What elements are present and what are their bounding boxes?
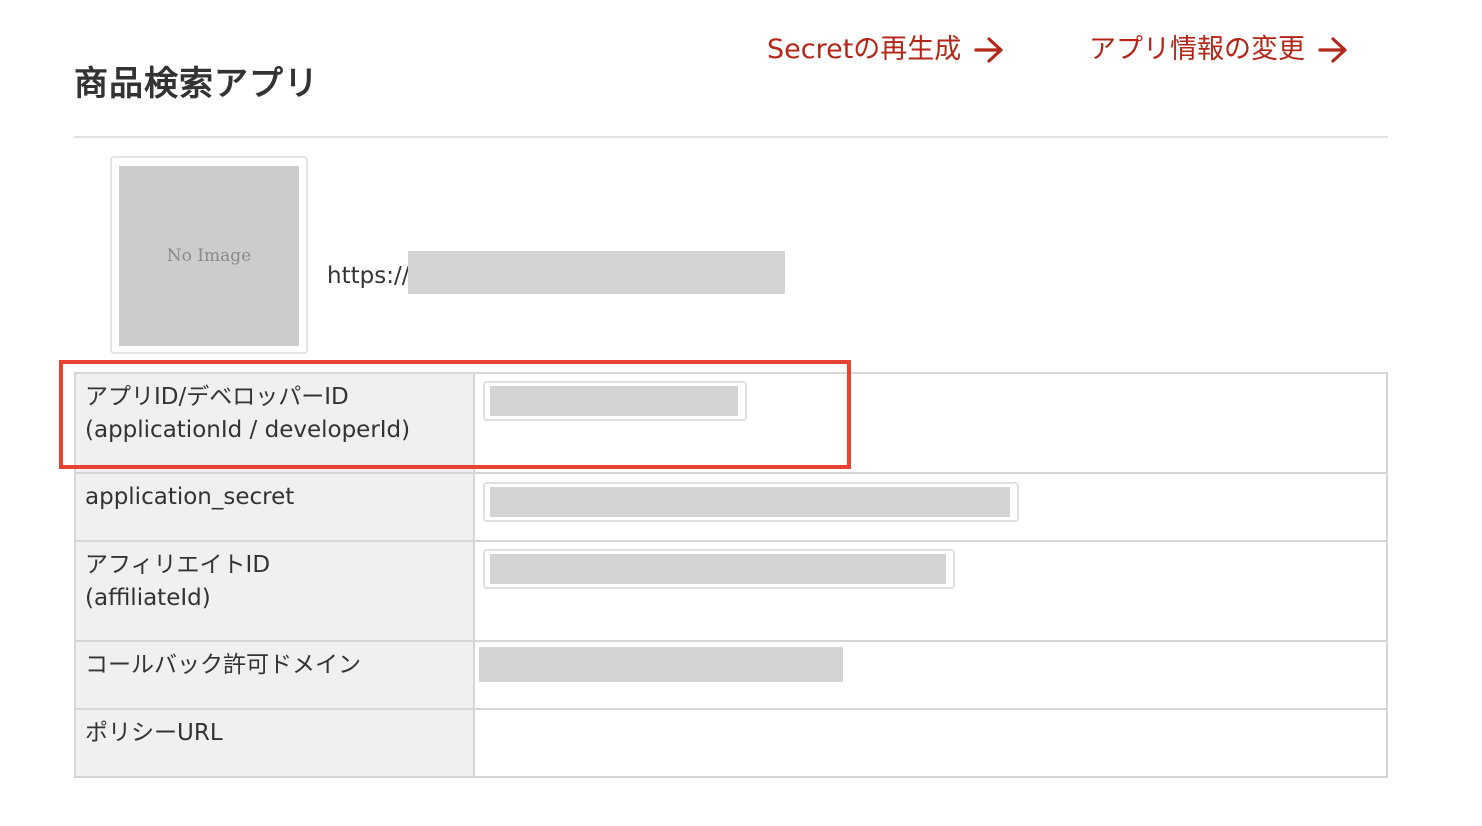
- application-id-field[interactable]: [483, 381, 747, 421]
- regenerate-secret-label: Secretの再生成: [767, 34, 962, 65]
- app-url-redacted: [408, 251, 785, 294]
- row-label: ポリシーURL: [74, 708, 475, 778]
- application-id-cell: [473, 372, 1388, 474]
- application-secret-cell: [473, 472, 1388, 542]
- header-divider: [74, 136, 1388, 138]
- app-thumbnail: No Image: [110, 156, 308, 354]
- row-label: コールバック許可ドメイン: [74, 640, 475, 710]
- row-label-line: (applicationId / developerId): [85, 417, 411, 443]
- affiliate-id-field[interactable]: [483, 549, 955, 589]
- regenerate-secret-link[interactable]: Secretの再生成: [767, 30, 1005, 70]
- row-label-line: アフィリエイトID: [85, 552, 271, 578]
- arrow-right-icon: [1318, 37, 1347, 63]
- row-label: アフィリエイトID (affiliateId): [74, 540, 475, 642]
- row-label-line: (affiliateId): [85, 585, 211, 611]
- table-row-affiliate-id: アフィリエイトID (affiliateId): [74, 540, 1388, 642]
- edit-app-info-label: アプリ情報の変更: [1089, 34, 1305, 65]
- app-info-table: アプリID/デベロッパーID (applicationId / develope…: [74, 372, 1388, 778]
- no-image-placeholder: No Image: [119, 166, 299, 346]
- no-image-text: No Image: [166, 246, 252, 266]
- row-label-line: コールバック許可ドメイン: [85, 652, 361, 678]
- table-row-application-secret: application_secret: [74, 472, 1388, 542]
- edit-app-info-link[interactable]: アプリ情報の変更: [1089, 30, 1349, 70]
- redacted-value: [490, 487, 1010, 517]
- row-label: アプリID/デベロッパーID (applicationId / develope…: [74, 372, 475, 474]
- affiliate-id-cell: [473, 540, 1388, 642]
- redacted-value: [490, 386, 738, 416]
- application-secret-field[interactable]: [483, 482, 1019, 522]
- row-label-line: ポリシーURL: [85, 720, 223, 746]
- table-row-application-id: アプリID/デベロッパーID (applicationId / develope…: [74, 372, 1388, 474]
- policy-url-cell: [473, 708, 1388, 778]
- callback-domain-cell: [473, 640, 1388, 710]
- page-title: 商品検索アプリ: [74, 64, 319, 104]
- row-label: application_secret: [74, 472, 475, 542]
- table-row-policy-url: ポリシーURL: [74, 708, 1388, 778]
- row-label-line: アプリID/デベロッパーID: [85, 384, 349, 410]
- row-label-line: application_secret: [85, 484, 295, 510]
- app-url-prefix: https://: [327, 263, 410, 289]
- table-row-callback-domain: コールバック許可ドメイン: [74, 640, 1388, 710]
- arrow-right-icon: [974, 37, 1003, 63]
- redacted-value: [490, 554, 946, 584]
- callback-domain-redacted: [479, 647, 843, 682]
